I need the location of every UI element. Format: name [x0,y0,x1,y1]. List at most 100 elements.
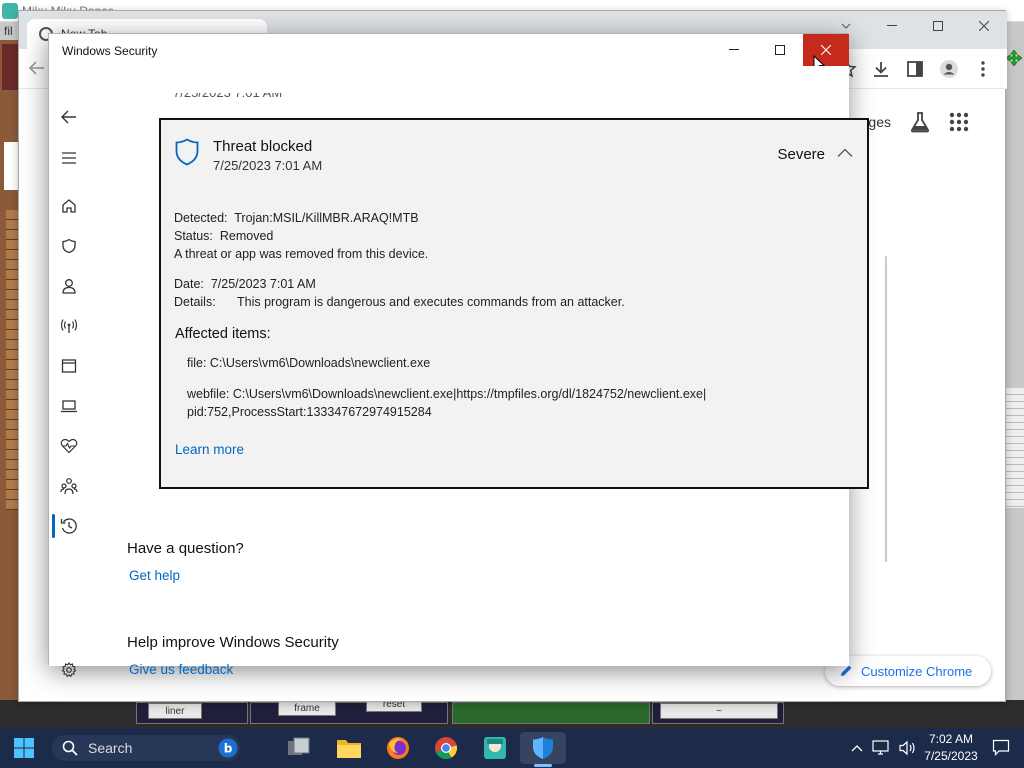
clock[interactable]: 7:02 AM 7/25/2023 [918,731,984,765]
notification-icon[interactable] [992,739,1010,757]
affected-items-heading: Affected items: [175,326,271,342]
taskbar-search-box[interactable]: Search b [52,735,240,761]
app-window-icon [61,359,77,373]
home-icon [62,199,76,213]
status-label: Status: [174,229,213,243]
clock-time: 7:02 AM [928,732,974,746]
miku-app-button[interactable] [481,734,509,762]
severity-label: Severe [777,146,825,163]
windows-security-taskbar-button[interactable] [529,734,557,762]
chrome-icon [435,737,458,760]
download-icon[interactable] [871,59,891,79]
task-view-icon [288,737,310,755]
background-app-menu[interactable]: fil [4,24,13,38]
chrome-minimize-button[interactable] [869,11,915,41]
file-explorer-button[interactable] [335,734,363,762]
date-row: Date: 7/25/2023 7:01 AM [174,277,316,291]
volume-icon[interactable] [898,738,916,758]
side-panel-icon[interactable] [905,59,925,79]
nav-firewall[interactable] [59,316,79,336]
affected-webfile: webfile: C:\Users\vm6\Downloads\newclien… [187,387,707,401]
date-value: 7/25/2023 7:01 AM [210,277,316,291]
nav-menu-button[interactable] [59,148,79,168]
chevron-up-icon[interactable] [837,148,853,158]
nav-device-security[interactable] [59,396,79,416]
back-button[interactable] [59,107,79,127]
background-bottom-panel [452,702,650,724]
content-scrollbar[interactable] [885,256,887,562]
nav-family-options[interactable] [59,476,79,496]
history-icon [60,518,77,534]
profile-icon[interactable] [939,59,959,79]
back-arrow-icon [61,110,76,124]
bing-icon: b [218,738,238,758]
nav-protection-history[interactable] [59,516,79,536]
nav-account-protection[interactable] [59,276,79,296]
detected-value: Trojan:MSIL/KillMBR.ARAQ!MTB [234,211,419,225]
customize-chrome-label: Customize Chrome [861,663,973,679]
background-right-grid [1006,388,1024,508]
family-icon [60,478,78,495]
maximize-icon [775,45,785,55]
person-icon [62,279,76,294]
nav-active-indicator [52,514,55,538]
feedback-link[interactable]: Give us feedback [129,662,233,677]
windows-logo-icon [14,738,34,758]
learn-more-link[interactable]: Learn more [175,442,244,457]
shield-icon [62,238,76,254]
details-row: Details: This program is dangerous and ex… [174,295,625,309]
network-icon[interactable] [872,738,890,758]
hamburger-menu-icon [62,152,76,164]
system-tray [850,738,916,758]
background-left-field [4,142,18,190]
threat-card[interactable]: Threat blocked 7/25/2023 7:01 AM Severe … [159,118,869,489]
status-value: Removed [219,229,274,243]
maximize-icon [933,21,943,31]
chrome-close-button[interactable] [961,11,1007,41]
labs-flask-icon[interactable] [909,111,931,133]
detected-label: Detected: [174,211,228,225]
details-value: This program is dangerous and executes c… [237,295,625,309]
back-arrow-icon[interactable] [29,61,45,75]
security-close-button[interactable] [803,34,849,66]
improve-heading: Help improve Windows Security [127,634,339,651]
close-icon [821,45,831,55]
status-note: A threat or app was removed from this de… [174,247,429,261]
customize-chrome-button[interactable]: Customize Chrome [825,656,991,686]
shield-icon [175,138,199,166]
taskbar: Search b 7:02 AM 7/25/2023 [0,728,1024,768]
start-button[interactable] [10,734,38,762]
nav-virus-protection[interactable] [59,236,79,256]
shield-icon [533,737,553,759]
task-view-button[interactable] [285,734,313,762]
more-menu-icon[interactable] [973,59,993,79]
security-minimize-button[interactable] [711,34,757,66]
security-maximize-button[interactable] [757,34,803,66]
status-row: Status: Removed [174,229,273,243]
detected-row: Detected: Trojan:MSIL/KillMBR.ARAQ!MTB [174,211,419,225]
security-window-title: Windows Security [62,44,158,58]
windows-security-window: Windows Security 7/25/2023 7:01 AM Threa… [48,33,887,678]
chrome-maximize-button[interactable] [915,11,961,41]
nav-app-browser-control[interactable] [59,356,79,376]
chrome-button[interactable] [432,734,460,762]
clock-date: 7/25/2023 [924,749,978,763]
nav-device-performance[interactable] [59,436,79,456]
chrome-toolbar-icons [837,59,993,79]
chevron-up-icon[interactable] [850,738,864,758]
move-arrows-icon[interactable] [1006,50,1022,66]
nav-home[interactable] [59,196,79,216]
affected-webfile-process: pid:752,ProcessStart:133347672974915284 [187,405,432,419]
chrome-window-controls [823,11,1007,41]
threat-title: Threat blocked [213,138,313,155]
get-help-link[interactable]: Get help [129,568,180,583]
frame-button[interactable]: frame [278,700,336,716]
firefox-icon [387,737,409,759]
folder-icon [337,740,361,758]
apps-grid-icon[interactable] [949,112,969,132]
liner-button[interactable]: liner [148,703,202,719]
firefox-button[interactable] [384,734,412,762]
nav-settings[interactable] [59,660,79,680]
range-field[interactable]: ~ [660,703,778,719]
security-titlebar: Windows Security [49,34,849,73]
